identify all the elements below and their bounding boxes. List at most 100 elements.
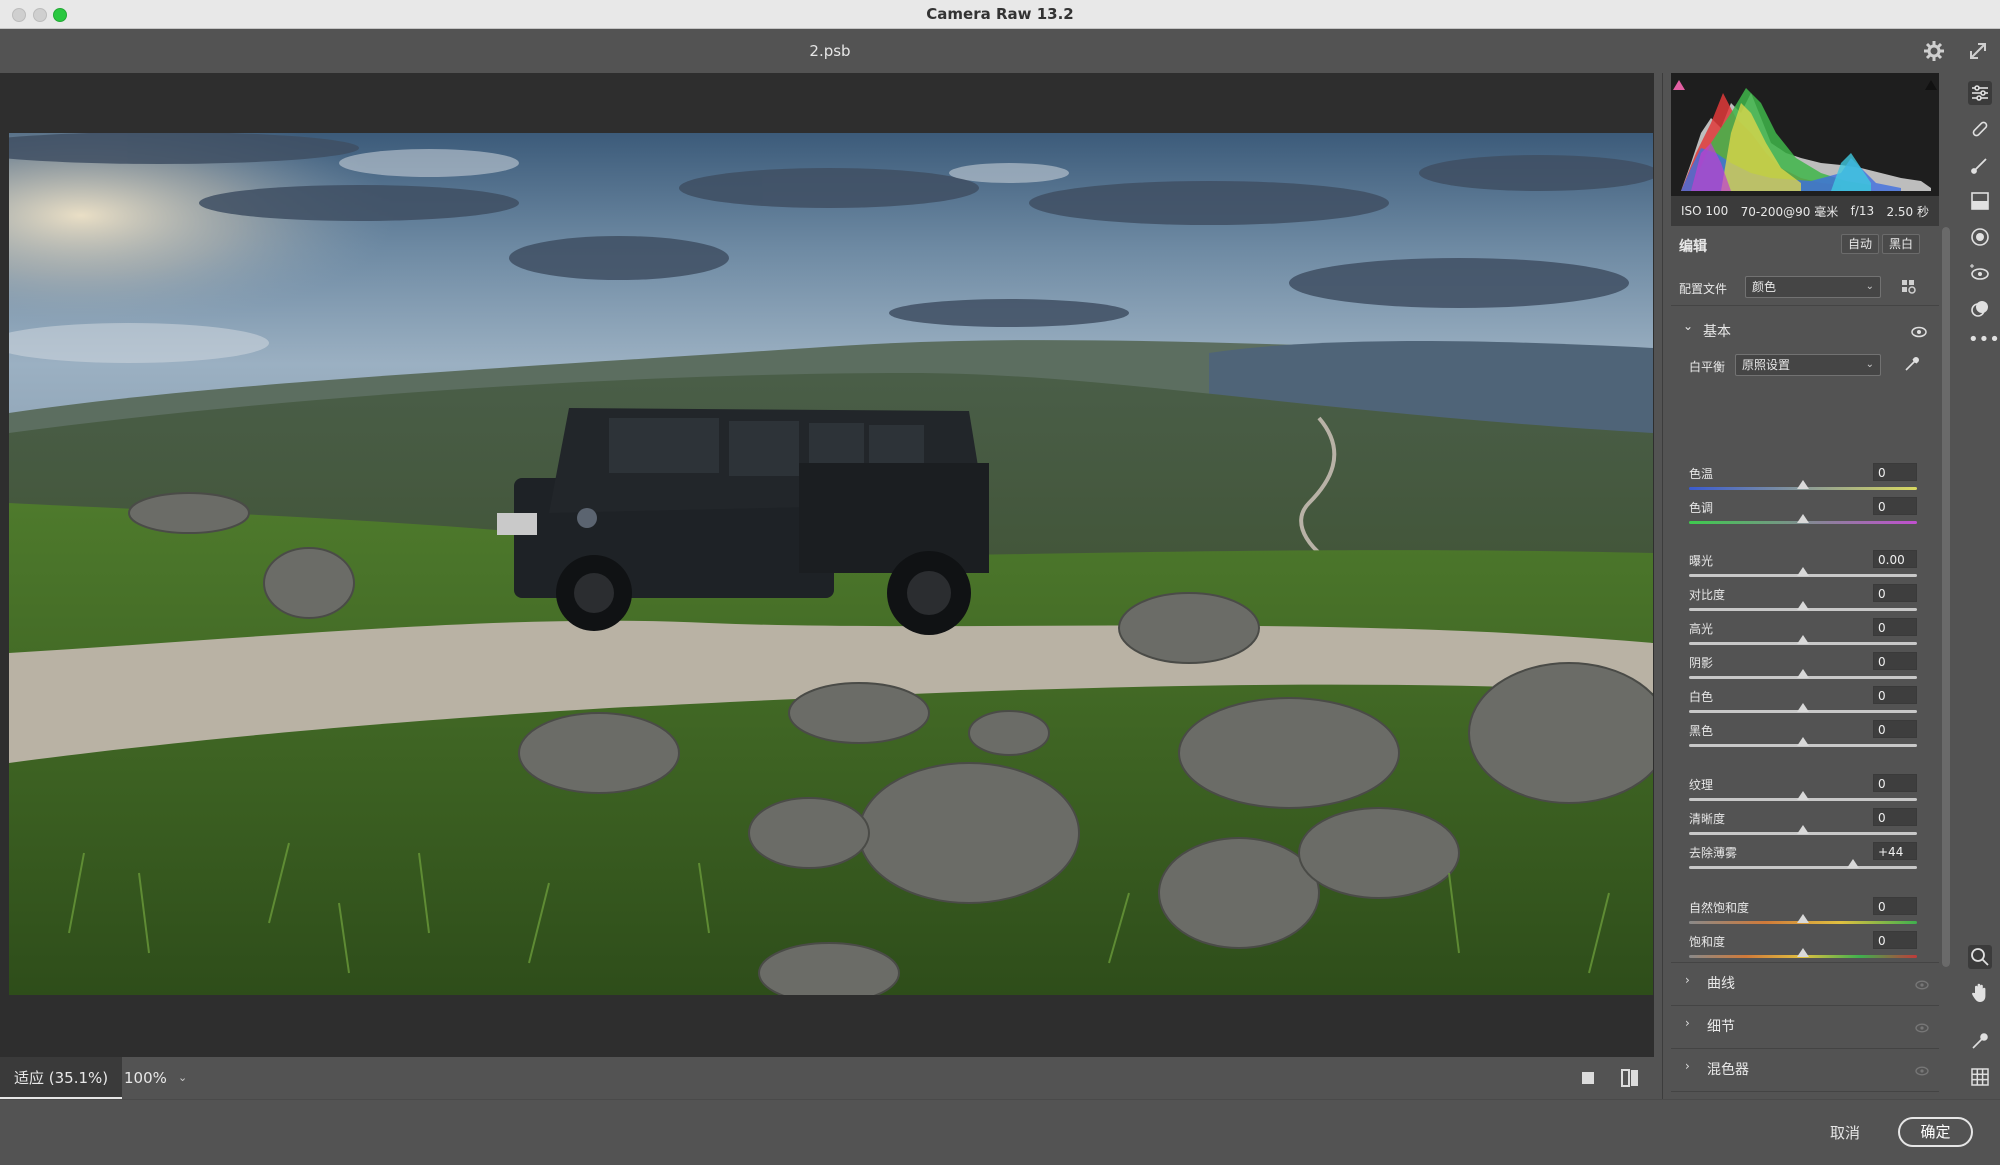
- more-options-icon[interactable]: •••: [1968, 331, 2000, 357]
- shadow-clip-warning-icon[interactable]: [1673, 75, 1685, 90]
- single-view-icon[interactable]: [1580, 1070, 1596, 1086]
- chevron-right-icon: ›: [1685, 1016, 1690, 1030]
- slider-value-input[interactable]: 0: [1873, 584, 1917, 602]
- slider-thumb[interactable]: [1797, 825, 1809, 834]
- slider-value-input[interactable]: 0.00: [1873, 550, 1917, 568]
- panel-row-label: 曲线: [1707, 976, 1735, 992]
- black-white-button[interactable]: 黑白: [1882, 234, 1921, 254]
- slider-value-input[interactable]: 0: [1873, 652, 1917, 670]
- slider-label: 色温: [1689, 467, 1714, 481]
- slider-value-input[interactable]: 0: [1873, 808, 1917, 826]
- histogram: [1671, 73, 1939, 196]
- slider-value-input[interactable]: 0: [1873, 897, 1917, 915]
- file-name: 2.psb: [809, 42, 851, 60]
- slider-thumb[interactable]: [1797, 635, 1809, 644]
- slider-label: 白色: [1689, 690, 1714, 704]
- fullscreen-icon[interactable]: [1964, 37, 1992, 65]
- profile-dropdown[interactable]: 颜色 ⌄: [1745, 276, 1881, 298]
- slider-label: 对比度: [1689, 588, 1726, 602]
- slider-label: 去除薄雾: [1689, 846, 1738, 860]
- chevron-down-icon: ⌄: [1865, 281, 1874, 292]
- slider-thumb[interactable]: [1797, 914, 1809, 923]
- slider-label: 曝光: [1689, 554, 1714, 568]
- slider-thumb[interactable]: [1797, 567, 1809, 576]
- brush-icon[interactable]: [1968, 153, 1992, 177]
- hand-tool-icon[interactable]: [1968, 981, 1992, 1005]
- slider-thumb[interactable]: [1847, 859, 1860, 868]
- slider-value-input[interactable]: +44: [1873, 842, 1917, 860]
- slider-thumb[interactable]: [1797, 948, 1809, 957]
- dialog-footer: 取消 确定: [0, 1099, 2000, 1165]
- status-bar: 适应 (35.1%) 100% ⌄: [0, 1057, 1662, 1099]
- title-bar: Camera Raw 13.2: [0, 0, 2000, 29]
- profile-label: 配置文件: [1679, 282, 1728, 296]
- zoom-fit-button[interactable]: 适应 (35.1%): [0, 1057, 123, 1099]
- visibility-eye-icon[interactable]: [1915, 1018, 1929, 1037]
- panel-row[interactable]: › 混色器: [1671, 1048, 1939, 1086]
- white-balance-dropdown[interactable]: 原照设置 ⌄: [1735, 354, 1881, 376]
- slider-value-input[interactable]: 0: [1873, 931, 1917, 949]
- panel-row[interactable]: › 细节: [1671, 1005, 1939, 1043]
- healing-bandage-icon[interactable]: [1968, 117, 1992, 141]
- photo-preview[interactable]: [9, 133, 1653, 995]
- presets-icon[interactable]: [1968, 297, 1992, 321]
- color-sampler-icon[interactable]: [1968, 1029, 1992, 1053]
- edit-title: 编辑: [1679, 239, 1707, 255]
- chevron-down-icon: ⌄: [1865, 359, 1874, 370]
- panel-row[interactable]: ›颜色分级: [1671, 1091, 1939, 1099]
- red-eye-icon[interactable]: [1968, 261, 1992, 285]
- exif-lens: 70-200@90 毫米: [1740, 204, 1839, 219]
- profile-browser-icon[interactable]: [1901, 279, 1917, 295]
- white-balance-value: 原照设置: [1742, 358, 1791, 372]
- slider-thumb[interactable]: [1797, 480, 1809, 489]
- slider-value-input[interactable]: 0: [1873, 686, 1917, 704]
- chevron-right-icon: ›: [1685, 973, 1690, 987]
- eyedropper-icon[interactable]: [1903, 355, 1921, 373]
- slider-label: 黑色: [1689, 724, 1714, 738]
- exif-aperture: f/13: [1850, 204, 1875, 218]
- slider-value-input[interactable]: 0: [1873, 497, 1917, 515]
- slider-thumb[interactable]: [1797, 791, 1809, 800]
- settings-gear-icon[interactable]: [1920, 37, 1948, 65]
- ok-button[interactable]: 确定: [1898, 1117, 1973, 1147]
- profile-value: 颜色: [1752, 280, 1777, 294]
- basic-collapse-chevron-icon[interactable]: ⌄: [1683, 319, 1693, 333]
- before-after-view-icon[interactable]: [1620, 1068, 1640, 1088]
- grid-overlay-icon[interactable]: [1968, 1065, 1992, 1089]
- window-title: Camera Raw 13.2: [926, 5, 1074, 23]
- slider-thumb[interactable]: [1797, 703, 1809, 712]
- white-balance-label: 白平衡: [1689, 360, 1726, 374]
- slider-thumb[interactable]: [1797, 514, 1809, 523]
- slider-thumb[interactable]: [1797, 601, 1809, 610]
- basic-section-title[interactable]: 基本: [1703, 321, 1731, 341]
- zoom-magnifier-icon[interactable]: [1968, 945, 1992, 969]
- panel-row-label: 细节: [1707, 1019, 1735, 1035]
- linear-gradient-icon[interactable]: [1968, 189, 1992, 213]
- auto-button[interactable]: 自动: [1841, 234, 1880, 254]
- tool-rail: •••: [1958, 73, 2000, 1099]
- slider-value-input[interactable]: 0: [1873, 463, 1917, 481]
- basic-visibility-eye-icon[interactable]: [1911, 323, 1927, 338]
- exif-shutter: 2.50 秒: [1886, 204, 1929, 219]
- zoom-100-button[interactable]: 100%: [110, 1057, 181, 1099]
- slider-value-input[interactable]: 0: [1873, 720, 1917, 738]
- slider-thumb[interactable]: [1797, 669, 1809, 678]
- image-canvas[interactable]: [0, 73, 1654, 1057]
- zoom-chevron-down-icon[interactable]: ⌄: [178, 1067, 192, 1089]
- slider-value-input[interactable]: 0: [1873, 618, 1917, 636]
- slider-value-input[interactable]: 0: [1873, 774, 1917, 792]
- camera-raw-window: Camera Raw 13.2 2.psb 适应 (35.1%) 100% ⌄ …: [0, 0, 2000, 1165]
- visibility-eye-icon[interactable]: [1915, 1061, 1929, 1080]
- panel-row[interactable]: › 曲线: [1671, 962, 1939, 1000]
- slider-thumb[interactable]: [1797, 737, 1809, 746]
- visibility-eye-icon[interactable]: [1915, 975, 1929, 994]
- slider-label: 阴影: [1689, 656, 1714, 670]
- radial-gradient-icon[interactable]: [1968, 225, 1992, 249]
- file-bar: 2.psb: [0, 29, 2000, 73]
- slider-track[interactable]: [1689, 866, 1917, 869]
- cancel-button[interactable]: 取消: [1820, 1120, 1870, 1146]
- edit-sliders-icon[interactable]: [1968, 81, 1992, 105]
- highlight-clip-warning-icon[interactable]: [1925, 75, 1937, 90]
- panel-row-label: 混色器: [1707, 1062, 1749, 1078]
- panel-scrollbar-thumb[interactable]: [1942, 227, 1950, 967]
